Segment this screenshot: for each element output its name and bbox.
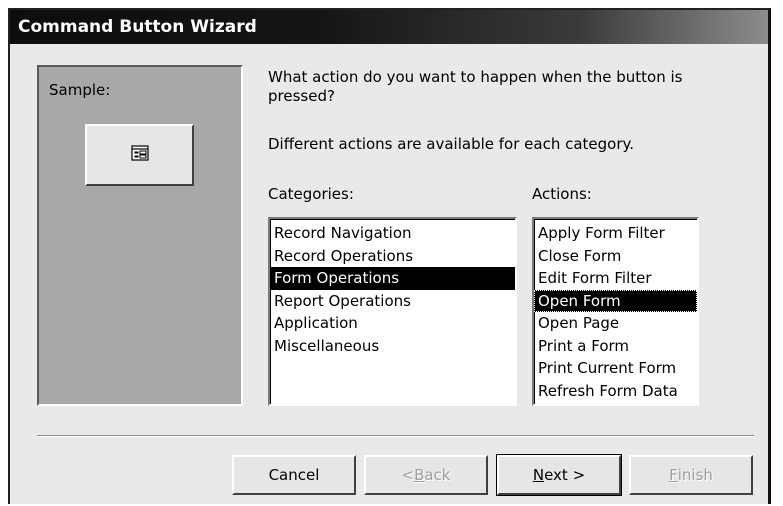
categories-label: Categories: (268, 185, 354, 203)
category-item[interactable]: Form Operations (270, 267, 515, 290)
action-item[interactable]: Print Current Form (534, 357, 697, 380)
categories-listbox[interactable]: Record Navigation Record Operations Form O… (268, 217, 517, 406)
action-item[interactable]: Close Form (534, 245, 697, 268)
category-item[interactable]: Record Navigation (270, 222, 515, 245)
sample-label: Sample: (49, 81, 111, 99)
action-item[interactable]: Open Form (534, 289, 697, 312)
category-item[interactable]: Application (270, 312, 515, 335)
sample-button-preview (85, 124, 194, 186)
action-item[interactable]: Edit Form Filter (534, 267, 697, 290)
sample-panel: Sample: (37, 65, 243, 406)
title-bar[interactable]: Command Button Wizard (10, 10, 768, 44)
button-separator (37, 435, 754, 437)
action-item[interactable]: Apply Form Filter (534, 222, 697, 245)
action-question: What action do you want to happen when t… (268, 68, 683, 105)
action-item[interactable]: Print a Form (534, 335, 697, 358)
command-button-wizard-window: Command Button Wizard Sample: What actio… (8, 8, 771, 504)
category-item[interactable]: Miscellaneous (270, 335, 515, 358)
back-button[interactable]: < Back (364, 455, 488, 495)
actions-label: Actions: (532, 185, 592, 203)
action-item[interactable]: Open Page (534, 312, 697, 335)
window-title: Command Button Wizard (18, 17, 257, 37)
category-item[interactable]: Report Operations (270, 290, 515, 313)
finish-button[interactable]: Finish (629, 455, 753, 495)
form-icon (130, 145, 149, 165)
category-hint: Different actions are available for each… (268, 135, 635, 153)
actions-listbox[interactable]: Apply Form Filter Close Form Edit Form Fil… (532, 217, 699, 406)
next-button[interactable]: Next > (496, 454, 622, 496)
cancel-button[interactable]: Cancel (232, 455, 356, 495)
action-item[interactable]: Refresh Form Data (534, 380, 697, 403)
category-item[interactable]: Record Operations (270, 245, 515, 268)
